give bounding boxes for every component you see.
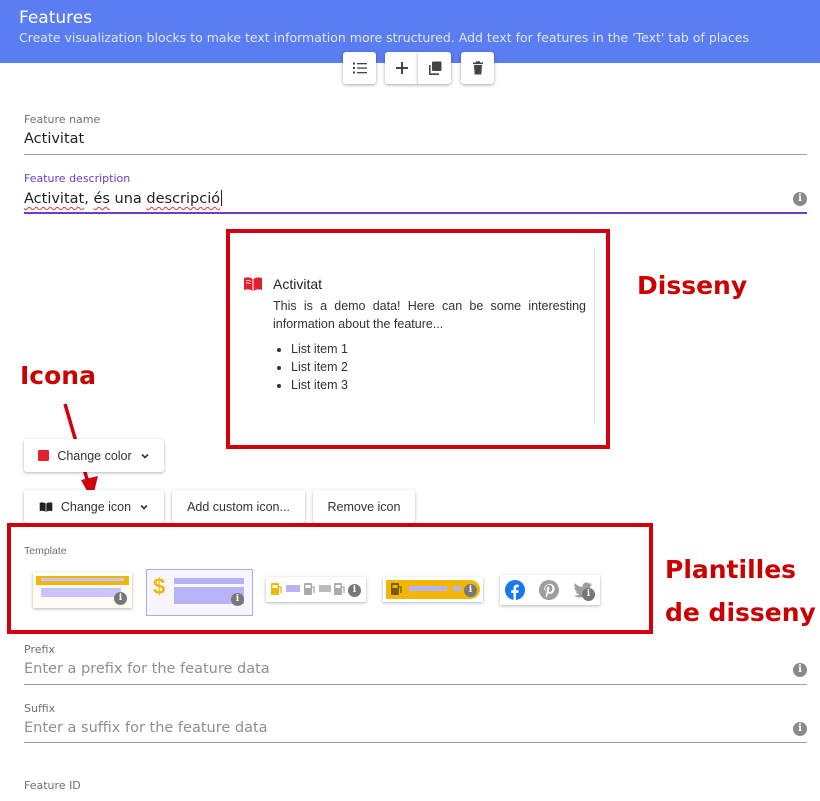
desc-mid: una [109,191,147,207]
list-item: List item 2 [291,358,348,376]
change-icon-button[interactable]: Change icon [24,490,164,523]
feature-description-label: Feature description [24,172,131,185]
delete-icon [472,61,483,75]
info-icon[interactable]: i [793,722,807,736]
preview-list: List item 1 List item 2 List item 3 [291,340,348,394]
feature-name-field[interactable]: Feature name Activitat [24,113,807,157]
book-icon [39,501,53,512]
template-option-fuel-pill[interactable]: i [383,577,483,602]
annotation-icon: Icona [20,361,96,390]
desc-word-es: és [93,191,110,207]
prefix-underline [24,684,807,685]
info-icon[interactable]: i [793,192,807,206]
suffix-label: Suffix [24,702,56,715]
header-subtitle: Create visualization blocks to make text… [19,30,749,45]
dollar-icon: $ [153,574,166,599]
annotation-design: Disseny [637,271,748,300]
text-cursor [221,190,223,206]
list-icon [352,62,367,74]
feature-preview: Activitat This is a demo data! Here can … [243,248,595,424]
info-icon: i [464,584,477,597]
preview-text: This is a demo data! Here can be some in… [273,299,586,331]
facebook-icon [505,580,525,600]
fuel-icon [271,583,282,595]
template-option-text-bars[interactable]: i [33,572,132,608]
feature-name-underline [24,154,807,155]
tpl-line [319,585,331,592]
tpl-line [41,578,124,581]
change-color-label: Change color [57,448,132,463]
change-icon-label: Change icon [60,499,132,514]
color-swatch [38,450,50,461]
feature-name-label: Feature name [24,113,101,126]
template-option-fuel-row[interactable]: i [266,577,366,602]
tpl-line [453,586,461,591]
feature-id-field[interactable]: Feature ID [24,779,807,801]
feature-description-input[interactable]: Activitat, és una descripció [24,190,807,210]
tpl-line [41,588,121,597]
book-icon [244,277,262,291]
remove-icon-button[interactable]: Remove icon [313,490,415,523]
template-option-dollar[interactable]: $ i [146,569,253,616]
info-icon: i [348,584,361,597]
fuel-icon [391,583,402,595]
list-button[interactable] [343,52,376,84]
chevron-down-icon [140,504,148,510]
preview-title: Activitat [273,276,323,292]
template-label: Template [24,545,67,557]
pinterest-icon [539,580,559,600]
list-item: List item 3 [291,376,348,394]
desc-word-activitat: Activitat [24,191,85,207]
fuel-icon [334,583,345,595]
header-title: Features [19,8,93,28]
change-color-button[interactable]: Change color [24,439,164,472]
suffix-underline [24,742,807,743]
desc-word-descripcio: descripció [146,191,221,207]
feature-id-label: Feature ID [24,779,81,792]
feature-name-input[interactable]: Activitat [24,131,807,151]
fuel-icon [304,583,315,595]
prefix-input[interactable]: Enter a prefix for the feature data [24,661,807,681]
list-item: List item 1 [291,340,348,358]
feature-description-underline [24,212,807,214]
feature-description-field[interactable]: Feature description Activitat, és una de… [24,172,807,216]
tpl-line [409,586,447,591]
chevron-down-icon [141,453,149,459]
annotation-templates-line1: Plantilles [665,555,797,584]
prefix-label: Prefix [24,643,55,656]
add-custom-icon-button[interactable]: Add custom icon... [172,490,305,523]
add-button[interactable] [385,52,418,84]
add-icon [395,62,408,74]
tpl-line [286,585,300,592]
info-icon: i [114,592,127,605]
copy-button[interactable] [418,52,451,84]
info-icon: i [582,588,595,601]
copy-icon [428,61,441,75]
prefix-field[interactable]: Prefix Enter a prefix for the feature da… [24,643,807,687]
suffix-field[interactable]: Suffix Enter a suffix for the feature da… [24,702,807,746]
info-icon[interactable]: i [793,663,807,677]
tpl-line [174,578,244,584]
suffix-input[interactable]: Enter a suffix for the feature data [24,720,807,740]
info-icon: i [231,593,244,606]
delete-button[interactable] [461,52,494,84]
annotation-templates-line2: de disseny [665,598,816,627]
template-option-social[interactable]: i [500,575,600,605]
